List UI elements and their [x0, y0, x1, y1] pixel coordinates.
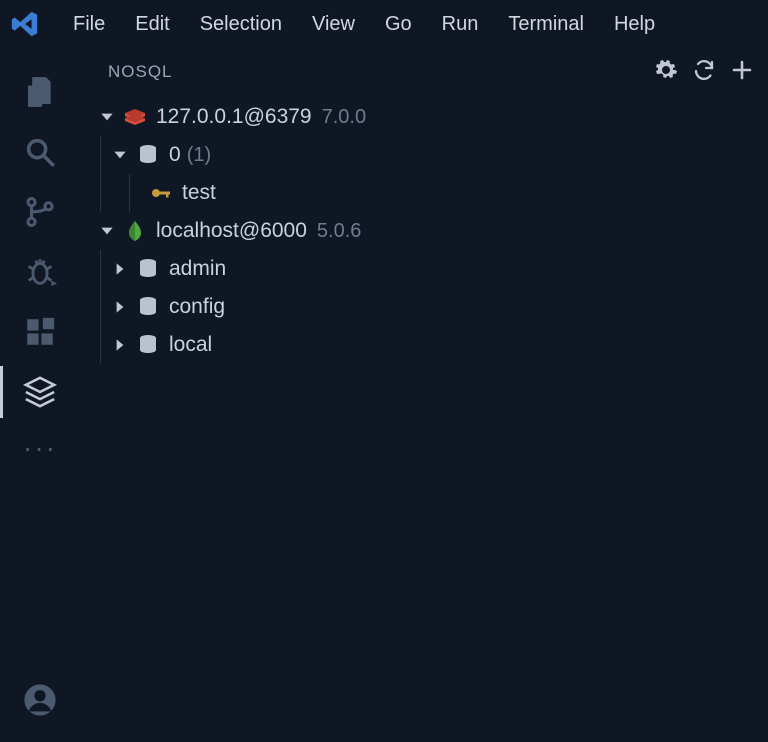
chevron-right-icon[interactable] — [109, 334, 131, 356]
activity-bar: ··· — [0, 48, 80, 742]
menu-selection[interactable]: Selection — [185, 9, 297, 40]
menu-help[interactable]: Help — [599, 9, 670, 40]
db-count: (1) — [187, 144, 211, 167]
database-icon — [135, 332, 161, 358]
activity-extensions[interactable] — [0, 302, 80, 362]
db-label: admin — [169, 257, 226, 281]
db-row[interactable]: config — [80, 288, 768, 326]
connection-version: 5.0.6 — [317, 220, 361, 243]
menu-run[interactable]: Run — [427, 9, 494, 40]
db-row[interactable]: local — [80, 326, 768, 364]
db-label: config — [169, 295, 225, 319]
activity-debug[interactable] — [0, 242, 80, 302]
database-icon — [135, 142, 161, 168]
key-icon — [148, 180, 174, 206]
key-row[interactable]: test — [80, 174, 768, 212]
gear-icon[interactable] — [654, 58, 678, 87]
sidebar-title: NOSQL — [108, 62, 173, 82]
db-label: local — [169, 333, 212, 357]
connection-row[interactable]: localhost@6000 5.0.6 — [80, 212, 768, 250]
main-area: ··· NOSQL — [0, 48, 768, 742]
connection-tree: 127.0.0.1@6379 7.0.0 0 (1) — [80, 96, 768, 742]
mongo-icon — [122, 218, 148, 244]
chevron-down-icon[interactable] — [109, 144, 131, 166]
activity-more-icon[interactable]: ··· — [23, 422, 57, 482]
connection-label: localhost@6000 — [156, 219, 307, 243]
activity-explorer[interactable] — [0, 62, 80, 122]
menubar: File Edit Selection View Go Run Terminal… — [0, 0, 768, 48]
refresh-icon[interactable] — [692, 58, 716, 87]
chevron-right-icon[interactable] — [109, 258, 131, 280]
connection-row[interactable]: 127.0.0.1@6379 7.0.0 — [80, 98, 768, 136]
activity-search[interactable] — [0, 122, 80, 182]
db-row[interactable]: 0 (1) — [80, 136, 768, 174]
database-icon — [135, 256, 161, 282]
activity-source-control[interactable] — [0, 182, 80, 242]
chevron-down-icon[interactable] — [96, 106, 118, 128]
database-icon — [135, 294, 161, 320]
key-label: test — [182, 181, 216, 205]
activity-nosql[interactable] — [0, 362, 80, 422]
redis-icon — [122, 104, 148, 130]
chevron-down-icon[interactable] — [96, 220, 118, 242]
menu-edit[interactable]: Edit — [120, 9, 184, 40]
add-icon[interactable] — [730, 58, 754, 87]
menu-terminal[interactable]: Terminal — [493, 9, 599, 40]
db-label: 0 — [169, 143, 181, 167]
connection-version: 7.0.0 — [322, 106, 366, 129]
chevron-right-icon[interactable] — [109, 296, 131, 318]
db-row[interactable]: admin — [80, 250, 768, 288]
sidebar-panel: NOSQL — [80, 48, 768, 742]
vscode-logo-icon — [10, 9, 40, 39]
menu-go[interactable]: Go — [370, 9, 427, 40]
menu-file[interactable]: File — [58, 9, 120, 40]
connection-label: 127.0.0.1@6379 — [156, 105, 312, 129]
activity-account[interactable] — [0, 670, 80, 730]
menu-view[interactable]: View — [297, 9, 370, 40]
sidebar-header: NOSQL — [80, 48, 768, 96]
